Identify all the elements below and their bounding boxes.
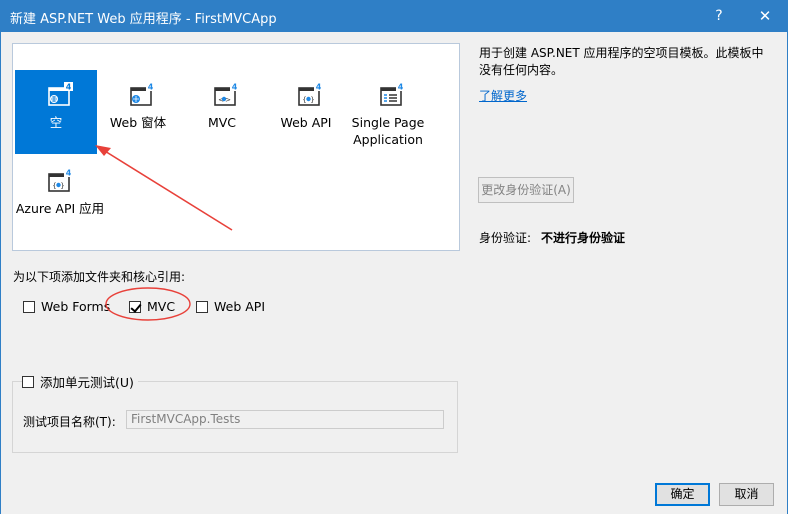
checkbox-label: Web API <box>214 299 266 314</box>
template-tile-web-api[interactable]: { } 4 Web API <box>265 70 347 154</box>
web-api-template-icon: { } 4 <box>298 82 323 106</box>
web-forms-checkbox[interactable]: Web Forms <box>23 299 110 314</box>
template-label: Azure API 应用 <box>15 201 105 216</box>
ok-button[interactable]: 确定 <box>655 483 710 506</box>
change-auth-button[interactable]: 更改身份验证(A) <box>478 177 574 203</box>
svg-text:{: { <box>302 96 306 104</box>
svg-text:}: } <box>310 96 314 104</box>
template-tile-web-forms[interactable]: 4 Web 窗体 <box>97 70 179 154</box>
template-label: MVC <box>207 115 237 130</box>
svg-text:{: { <box>52 182 56 190</box>
checkbox-label: 添加单元测试(U) <box>40 375 134 390</box>
svg-text:>: > <box>225 96 231 104</box>
help-button[interactable]: ? <box>704 4 734 28</box>
template-label: Web API <box>280 115 332 130</box>
spa-template-icon: 4 <box>380 82 405 106</box>
template-list: 4 空 4 Web 窗体 < > 4 MVC {} 4 Web API 4 S… <box>12 43 460 251</box>
auth-label: 身份验证: <box>479 231 532 245</box>
references-label: 为以下项添加文件夹和核心引用: <box>13 270 186 284</box>
azure-api-template-icon: { } 4 <box>48 168 73 192</box>
svg-text:}: } <box>60 182 64 190</box>
test-project-name-label: 测试项目名称(T): <box>23 415 116 429</box>
template-description: 用于创建 ASP.NET 应用程序的空项目模板。此模板中没有任何内容。 <box>479 46 764 77</box>
web-api-checkbox[interactable]: Web API <box>196 299 265 314</box>
mvc-checkbox[interactable]: MVC <box>129 299 175 314</box>
template-label: Single Page Application <box>351 115 425 147</box>
mvc-template-icon: < > 4 <box>214 82 239 106</box>
icon-badge: 4 <box>66 169 72 178</box>
template-label: 空 <box>49 115 63 130</box>
auth-value: 不进行身份验证 <box>541 231 626 245</box>
title-bar: 新建 ASP.NET Web 应用程序 - FirstMVCApp ? ✕ <box>0 0 788 32</box>
checkbox-box[interactable] <box>22 375 34 388</box>
template-tile-azure-api[interactable]: { } 4 Azure API 应用 <box>15 156 105 240</box>
icon-badge: 4 <box>66 83 72 92</box>
close-button[interactable]: ✕ <box>748 4 782 28</box>
icon-badge: 4 <box>316 83 322 92</box>
checkbox-box[interactable] <box>129 300 141 313</box>
test-project-name-input[interactable]: FirstMVCApp.Tests <box>126 410 444 429</box>
icon-badge: 4 <box>148 83 154 92</box>
checkbox-box[interactable] <box>196 300 208 313</box>
template-tile-spa[interactable]: 4 Single Page Application <box>347 70 429 154</box>
window-title: 新建 ASP.NET Web 应用程序 - FirstMVCApp <box>10 12 277 27</box>
checkbox-label: MVC <box>147 299 176 314</box>
template-label: Web 窗体 <box>109 115 167 130</box>
checkbox-label: Web Forms <box>41 299 111 314</box>
checkbox-box[interactable] <box>23 300 35 313</box>
web-forms-template-icon: 4 <box>130 82 155 106</box>
unit-test-checkbox[interactable]: 添加单元测试(U) <box>22 372 138 391</box>
icon-badge: 4 <box>398 83 404 92</box>
cancel-button[interactable]: 取消 <box>719 483 774 506</box>
template-tile-mvc[interactable]: < > 4 MVC <box>181 70 263 154</box>
template-tile-empty[interactable]: 4 空 <box>15 70 97 154</box>
learn-more-link[interactable]: 了解更多 <box>479 87 527 104</box>
icon-badge: 4 <box>232 83 238 92</box>
empty-template-icon: 4 <box>48 82 73 106</box>
